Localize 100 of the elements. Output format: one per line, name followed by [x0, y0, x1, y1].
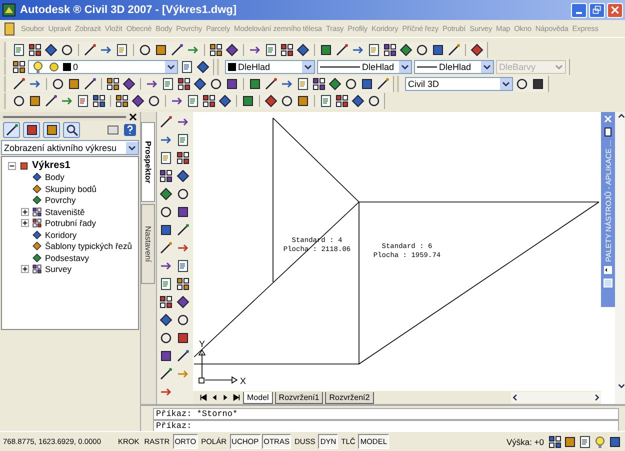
grid-icon[interactable]	[312, 76, 326, 90]
grid-icon[interactable]	[335, 94, 349, 108]
square-icon[interactable]	[67, 76, 81, 90]
square-icon[interactable]	[319, 42, 333, 56]
line-icon[interactable]	[12, 76, 26, 90]
tree-item[interactable]: Survey	[45, 264, 72, 274]
square-icon[interactable]	[176, 205, 190, 219]
scroll-left-icon[interactable]	[511, 393, 520, 402]
square-icon[interactable]	[28, 94, 42, 108]
diamond-icon[interactable]	[131, 94, 145, 108]
page-icon[interactable]	[176, 133, 190, 147]
circle-icon[interactable]	[209, 76, 223, 90]
layout-tab[interactable]: Rozvržení1	[274, 392, 324, 404]
grid-icon[interactable]	[92, 94, 106, 108]
grid-icon[interactable]	[159, 169, 173, 183]
view-dropdown[interactable]: Zobrazení aktivního výkresu	[1, 140, 139, 155]
restore-button[interactable]	[589, 2, 605, 18]
close-button[interactable]	[607, 2, 623, 18]
circle-icon[interactable]	[138, 42, 152, 56]
lightbulb-icon[interactable]	[593, 434, 607, 448]
scroll-right-icon[interactable]	[592, 393, 601, 402]
line-icon[interactable]	[264, 76, 278, 90]
diamond-icon[interactable]	[193, 76, 207, 90]
tree-item[interactable]: Staveniště	[45, 206, 85, 217]
diamond-icon[interactable]	[470, 42, 484, 56]
diamond-icon[interactable]	[218, 94, 232, 108]
line-icon[interactable]	[376, 76, 390, 90]
page-icon[interactable]	[159, 151, 173, 165]
color-dropdown[interactable]: DleHlad	[225, 60, 315, 74]
page-icon[interactable]	[264, 42, 278, 56]
linetype-dropdown[interactable]: DleHlad	[317, 60, 412, 74]
page-icon[interactable]	[367, 42, 381, 56]
circle-icon[interactable]	[159, 205, 173, 219]
circle-icon[interactable]	[344, 76, 358, 90]
square-icon[interactable]	[159, 349, 173, 363]
circle-icon[interactable]	[51, 76, 65, 90]
diamond-icon[interactable]	[176, 169, 190, 183]
square-icon[interactable]	[154, 42, 168, 56]
grid-icon[interactable]	[106, 76, 120, 90]
expand-toggle-icon[interactable]	[21, 208, 29, 216]
square-icon[interactable]	[176, 331, 190, 345]
expand-toggle-icon[interactable]	[8, 162, 16, 170]
page-icon[interactable]	[296, 76, 310, 90]
tree-item[interactable]: Šablony typických řezů	[45, 241, 132, 252]
square-icon[interactable]	[431, 42, 445, 56]
lineweight-dropdown[interactable]: DleHlad	[414, 60, 494, 74]
line-icon[interactable]	[335, 42, 349, 56]
grid-icon[interactable]	[280, 42, 294, 56]
grid-icon[interactable]	[202, 94, 216, 108]
workspace-dropdown[interactable]: Civil 3D	[405, 76, 513, 90]
grid-icon[interactable]	[209, 42, 223, 56]
diamond-icon[interactable]	[351, 94, 365, 108]
page-icon[interactable]	[186, 94, 200, 108]
page-icon[interactable]	[180, 60, 194, 74]
line-icon[interactable]	[83, 42, 97, 56]
circle-icon[interactable]	[60, 42, 74, 56]
tree-item[interactable]: Potrubní řady	[45, 218, 96, 228]
layout-tab[interactable]: Rozvržení2	[325, 392, 374, 404]
tree-item[interactable]: Skupiny bodů	[45, 184, 97, 194]
page-icon[interactable]	[115, 42, 129, 56]
line-icon[interactable]	[176, 349, 190, 363]
line-icon[interactable]	[83, 76, 97, 90]
help-icon[interactable]	[123, 123, 137, 137]
tree-item[interactable]: Povrchy	[45, 195, 76, 206]
minimize-button[interactable]	[571, 2, 587, 18]
grid-icon[interactable]	[115, 94, 129, 108]
document-icon[interactable]	[3, 22, 17, 36]
diamond-icon[interactable]	[328, 76, 342, 90]
panel-icon[interactable]	[603, 264, 613, 275]
circle-icon[interactable]	[176, 313, 190, 327]
grid-icon[interactable]	[548, 434, 562, 448]
tree-item[interactable]: Body	[45, 172, 64, 182]
command-prompt[interactable]: Příkaz:	[156, 421, 192, 431]
diamond-icon[interactable]	[44, 42, 58, 56]
vertical-scrollbar[interactable]	[615, 112, 625, 404]
page-icon[interactable]	[12, 42, 26, 56]
circle-icon[interactable]	[415, 42, 429, 56]
search-button[interactable]	[63, 122, 80, 138]
diamond-icon[interactable]	[176, 295, 190, 309]
diamond-icon[interactable]	[399, 42, 413, 56]
diamond-icon[interactable]	[264, 94, 278, 108]
scroll-up-icon[interactable]	[617, 112, 625, 121]
diamond-icon[interactable]	[122, 76, 136, 90]
grid-icon[interactable]	[176, 277, 190, 291]
page-icon[interactable]	[176, 259, 190, 273]
expand-toggle-icon[interactable]	[21, 219, 29, 228]
window-icon[interactable]	[106, 123, 120, 137]
page-icon[interactable]	[159, 277, 173, 291]
circle-icon[interactable]	[176, 187, 190, 201]
line-icon[interactable]	[44, 94, 58, 108]
diamond-icon[interactable]	[196, 60, 210, 74]
circle-icon[interactable]	[147, 94, 161, 108]
grid-icon[interactable]	[177, 76, 191, 90]
previous-tab-icon[interactable]	[210, 393, 219, 402]
grid-icon[interactable]	[12, 60, 26, 74]
line-icon[interactable]	[159, 241, 173, 255]
circle-icon[interactable]	[159, 331, 173, 345]
square-icon[interactable]	[241, 94, 255, 108]
square-icon[interactable]	[608, 434, 622, 448]
diamond-icon[interactable]	[296, 42, 310, 56]
